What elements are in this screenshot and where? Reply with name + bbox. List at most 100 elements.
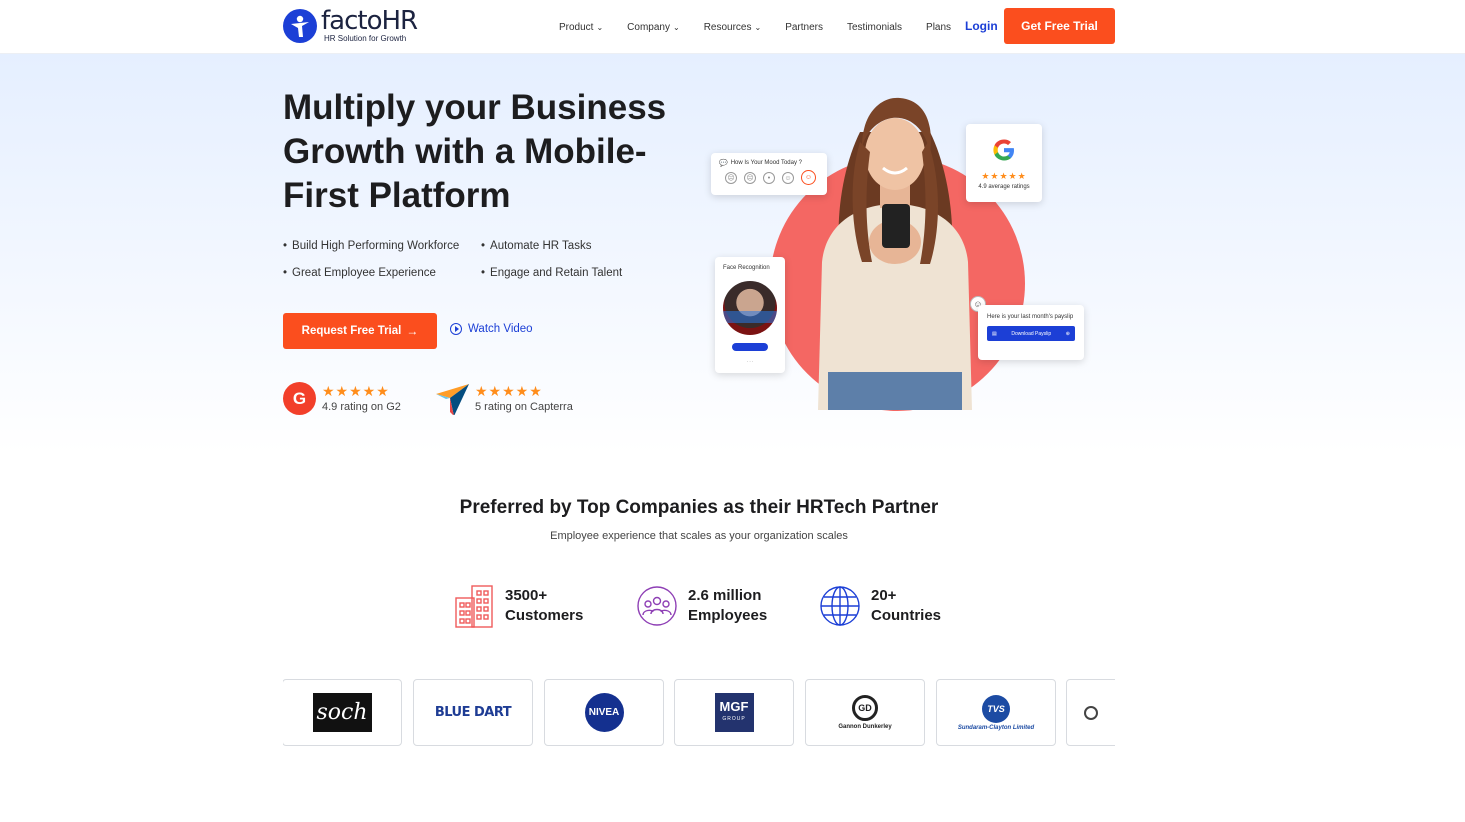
site-header: factoHR HR Solution for Growth Product ⌄… <box>0 0 1465 54</box>
client-logos-carousel[interactable]: soch BLUE DART NIVEA MGF GROUP GD Gannon… <box>283 679 1115 747</box>
brand-logo[interactable]: factoHR HR Solution for Growth <box>283 6 418 43</box>
download-payslip-label: Download Payslip <box>1011 330 1052 337</box>
face-sad-icon: ☹ <box>725 172 737 184</box>
nav-partners[interactable]: Partners <box>785 22 823 33</box>
nav-company-label: Company <box>627 21 670 33</box>
brand-name: factoHR <box>321 6 418 36</box>
bullet-item: Automate HR Tasks <box>481 240 681 252</box>
face-very-happy-icon: ☺ <box>801 170 816 185</box>
stat-countries: 20+ Countries <box>820 584 941 628</box>
chevron-down-icon: ⌄ <box>596 22 604 32</box>
nav-resources[interactable]: Resources ⌄ <box>704 22 762 33</box>
google-rating-text: 4.9 average ratings <box>978 184 1030 190</box>
partners-title: Preferred by Top Companies as their HRTe… <box>459 497 939 518</box>
bluedart-logo: BLUE DART <box>434 705 512 720</box>
nav-plans-label: Plans <box>926 21 952 33</box>
document-icon: ▤ <box>992 330 997 337</box>
gannon-logo: GD Gannon Dunkerley <box>838 695 892 730</box>
stat-value: 20+ <box>871 587 897 604</box>
mood-survey-card: 💬 How Is Your Mood Today ? ☹ ☹ • ☺ ☺ <box>711 153 827 195</box>
play-icon <box>450 323 462 335</box>
g2-rating-text: 4.9 rating on G2 <box>322 401 401 413</box>
bullet-item: Engage and Retain Talent <box>481 267 681 279</box>
g2-logo-icon: G <box>283 382 316 415</box>
client-logo-tvs: TVS Sundaram-Clayton Limited <box>936 679 1056 746</box>
star-rating: ★★★★★ <box>475 383 543 399</box>
building-icon <box>455 585 493 628</box>
nav-product[interactable]: Product ⌄ <box>559 22 603 33</box>
nav-partners-label: Partners <box>785 21 823 33</box>
stat-value: 3500+ <box>505 587 548 604</box>
capterra-rating-text: 5 rating on Capterra <box>475 401 573 413</box>
brand-tagline: HR Solution for Growth <box>324 34 407 43</box>
face-recognition-title: Face Recognition <box>723 265 770 271</box>
bullet-item: Build High Performing Workforce <box>283 240 481 252</box>
stat-value: 2.6 million <box>688 587 762 604</box>
tvs-text: Sundaram-Clayton Limited <box>957 724 1035 731</box>
globe-icon <box>820 586 860 626</box>
download-payslip-button: ▤ Download Payslip ⊕ <box>987 326 1075 341</box>
stat-employees: 2.6 million Employees <box>637 584 767 628</box>
get-free-trial-button[interactable]: Get Free Trial <box>1004 8 1115 44</box>
client-logo-soch: soch <box>283 679 402 746</box>
chevron-down-icon: ⌄ <box>754 22 762 32</box>
mgf-logo-sub: GROUP <box>722 715 746 722</box>
punch-button <box>732 343 768 351</box>
nivea-logo: NIVEA <box>584 693 624 732</box>
nav-product-label: Product <box>559 21 594 33</box>
face-neutral-icon: • <box>763 172 775 184</box>
nav-company[interactable]: Company ⌄ <box>627 22 680 33</box>
stat-customers: 3500+ Customers <box>454 584 583 628</box>
hero-background <box>0 54 1465 454</box>
google-rating-card: ★★★★★ 4.9 average ratings <box>966 124 1042 202</box>
request-free-trial-label: Request Free Trial <box>301 325 402 337</box>
payslip-card: Here is your last month's payslip ▤ Down… <box>978 305 1084 360</box>
stat-label: Employees <box>688 607 768 624</box>
google-logo-icon <box>993 139 1014 161</box>
nav-testimonials[interactable]: Testimonials <box>847 22 902 33</box>
capterra-logo-icon <box>436 382 469 416</box>
client-logo-nivea: NIVEA <box>544 679 664 746</box>
nav-testimonials-label: Testimonials <box>847 21 903 33</box>
capterra-rating: ★★★★★ 5 rating on Capterra <box>436 382 573 416</box>
bullet-item: Great Employee Experience <box>283 267 481 279</box>
hero-title: Multiply your Business Growth with a Mob… <box>283 88 667 215</box>
face-recognition-card: Face Recognition · · · <box>715 257 785 373</box>
tvs-mark: TVS <box>982 694 1010 723</box>
tvs-logo: TVS Sundaram-Clayton Limited <box>957 694 1035 731</box>
hero-bullets: Build High Performing Workforce Automate… <box>283 240 683 279</box>
stat-label: Countries <box>871 607 942 624</box>
request-free-trial-button[interactable]: Request Free Trial → <box>283 313 437 349</box>
star-rating: ★★★★★ <box>322 383 390 399</box>
nav-plans[interactable]: Plans <box>926 22 951 33</box>
face-scan-bar <box>723 311 777 323</box>
client-logo-mgf: MGF GROUP <box>674 679 794 746</box>
download-icon: ⊕ <box>1065 330 1070 337</box>
payslip-text: Here is your last month's payslip <box>987 314 1074 320</box>
gannon-text: Gannon Dunkerley <box>838 724 892 730</box>
watch-video-link[interactable]: Watch Video <box>450 323 533 335</box>
watch-video-label: Watch Video <box>468 323 533 335</box>
client-logo-bluedart: BLUE DART <box>413 679 533 746</box>
client-logo-gannon: GD Gannon Dunkerley <box>805 679 925 746</box>
face-unhappy-icon: ☹ <box>744 172 756 184</box>
mood-card-title: How Is Your Mood Today ? <box>730 160 802 166</box>
nav-resources-label: Resources <box>703 21 752 33</box>
face-happy-icon: ☺ <box>782 172 794 184</box>
face-photo <box>723 281 777 335</box>
powered-by-label: · · · <box>746 359 754 364</box>
partners-subtitle: Employee experience that scales as your … <box>550 530 848 542</box>
hero-person-image <box>818 97 972 410</box>
soch-logo: soch <box>312 693 372 732</box>
mgf-logo-text: MGF <box>719 698 749 714</box>
g2-rating: G ★★★★★ 4.9 rating on G2 <box>283 382 401 415</box>
brand-logo-icon <box>283 8 317 43</box>
stat-label: Customers <box>505 607 584 624</box>
chevron-down-icon: ⌄ <box>672 22 680 32</box>
star-rating: ★★★★★ <box>981 171 1027 181</box>
people-icon <box>637 586 677 626</box>
chat-icon: 💬 <box>719 160 728 167</box>
gannon-mark: GD <box>852 695 878 721</box>
main-nav: Product ⌄ Company ⌄ Resources ⌄ Partners… <box>559 0 975 54</box>
login-link[interactable]: Login <box>965 19 998 33</box>
